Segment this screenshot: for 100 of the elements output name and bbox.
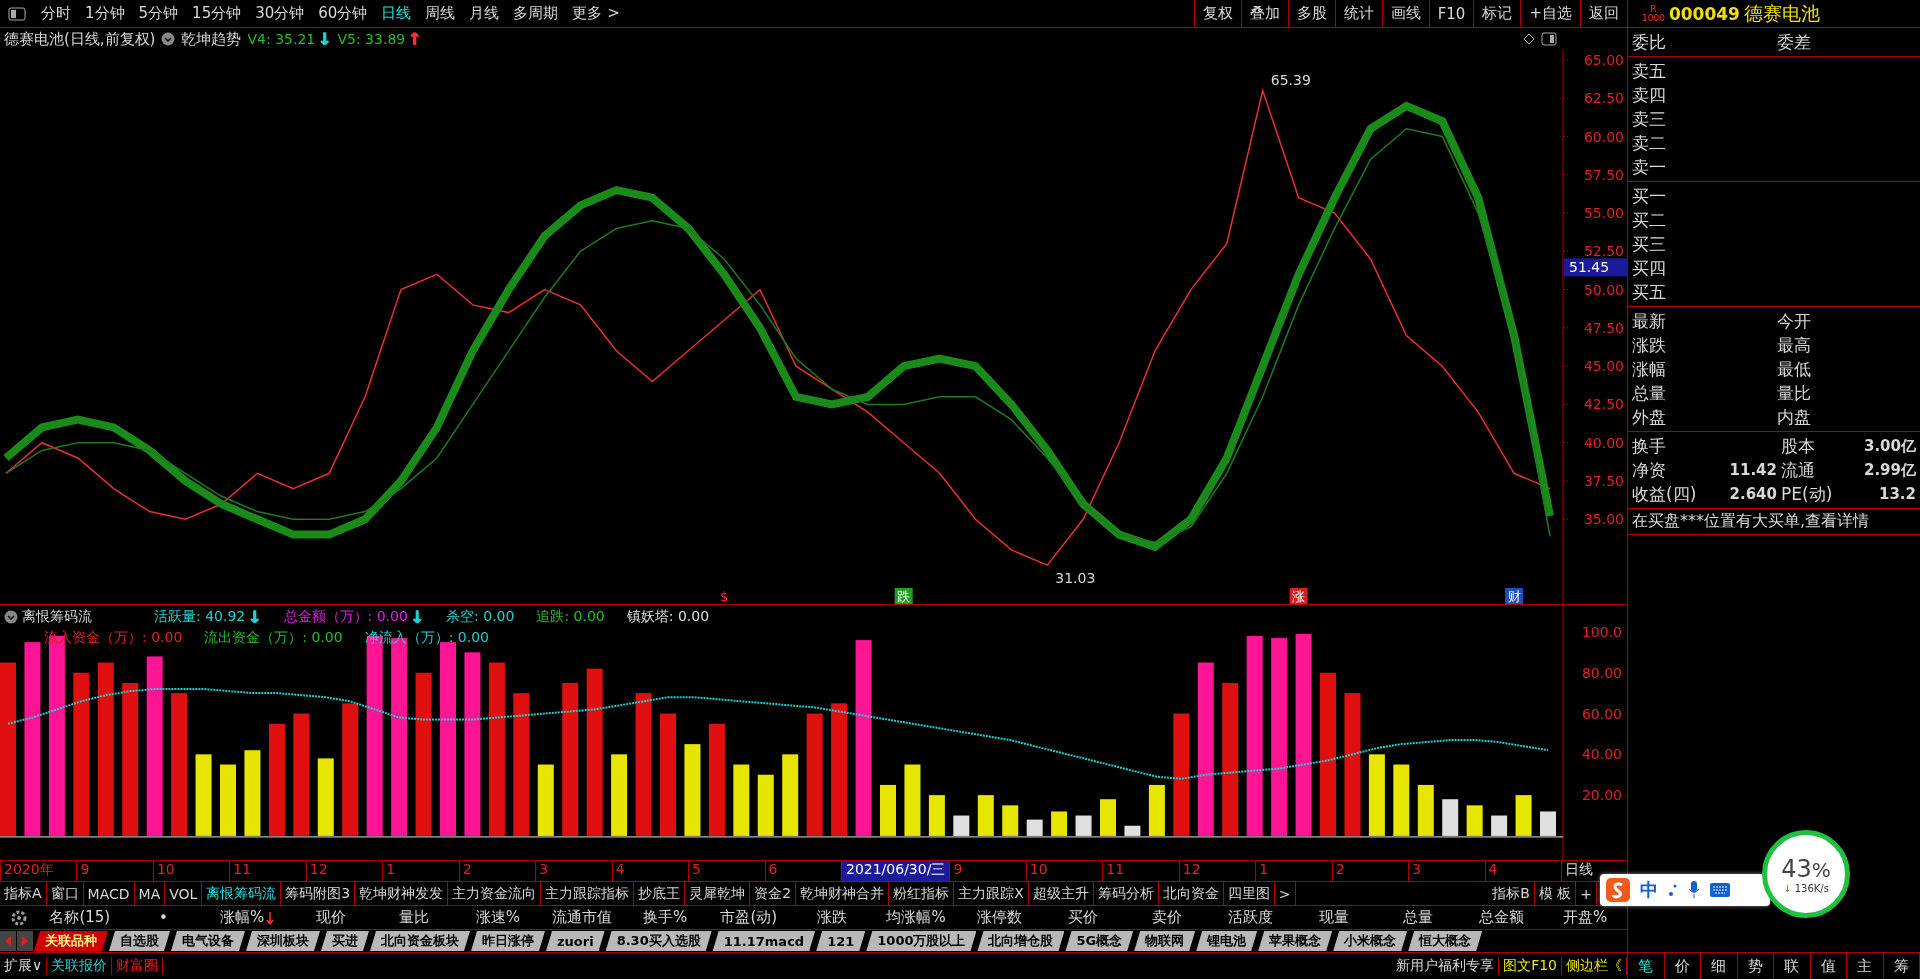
indicator-tab[interactable]: + (1576, 882, 1597, 905)
indicator-tab[interactable]: 离恨筹码流 (202, 882, 282, 905)
column-header[interactable]: 涨跌 (790, 908, 875, 927)
column-header[interactable]: • (121, 908, 206, 927)
indicator-tab[interactable]: > (1274, 882, 1296, 905)
category-tab[interactable]: 小米概念 (1333, 931, 1408, 951)
indicator-tab[interactable]: 乾坤财神合并 (796, 882, 890, 905)
column-header[interactable]: 涨幅% (205, 908, 289, 927)
punctuation-icon[interactable] (1668, 883, 1678, 897)
category-tab[interactable]: 买进 (321, 931, 369, 951)
panel-tab[interactable]: 势 (1737, 953, 1774, 979)
ime-mode-label[interactable]: 中 (1640, 878, 1658, 902)
indicator-tab[interactable]: 灵犀乾坤 (685, 882, 751, 905)
column-header[interactable]: 流通市值 (539, 908, 624, 927)
toolbar-button[interactable]: +自选 (1520, 0, 1580, 28)
keyboard-icon[interactable] (1710, 883, 1730, 897)
status-link[interactable]: 关联报价 (47, 957, 113, 975)
category-tab[interactable]: 北向资金板块 (370, 931, 470, 951)
category-tab[interactable]: 电气设备 (171, 931, 245, 951)
toolbar-button[interactable]: 多股 (1287, 0, 1335, 28)
indicator-tab[interactable]: 乾坤财神发发 (355, 882, 449, 905)
period-tab[interactable]: 1分钟 (78, 1, 132, 26)
period-tab[interactable]: 更多 > (565, 1, 627, 26)
indicator-tab[interactable]: 主力跟踪X (954, 882, 1029, 905)
panel-tab[interactable]: 值 (1810, 953, 1847, 979)
indicator-tab[interactable]: MA (134, 882, 166, 905)
category-tab[interactable]: 物联网 (1134, 931, 1196, 951)
category-tab[interactable]: 锂电池 (1196, 931, 1258, 951)
category-tab[interactable]: 关联品种 (34, 931, 108, 951)
indicator-tab[interactable]: 主力资金流向 (448, 882, 542, 905)
toolbar-button[interactable]: 统计 (1334, 0, 1382, 28)
indicator-tab[interactable]: MACD (83, 882, 135, 905)
toolbar-button[interactable]: 叠加 (1240, 0, 1288, 28)
period-tab[interactable]: 分时 (34, 1, 78, 26)
indicator-tab[interactable]: 模 板 (1534, 882, 1577, 905)
panel-icon[interactable] (1541, 32, 1557, 46)
indicator-tab[interactable]: 指标A (0, 882, 47, 905)
column-header[interactable]: 换手% (623, 908, 707, 927)
indicator-tab[interactable]: 超级主升 (1028, 882, 1094, 905)
category-tab[interactable]: 深圳板块 (246, 931, 320, 951)
category-tab[interactable]: 苹果概念 (1258, 931, 1333, 951)
category-tab[interactable]: 121 (816, 931, 866, 951)
indicator-tab[interactable]: 筹码附图3 (281, 882, 356, 905)
status-link[interactable]: 扩展∨ (0, 957, 48, 975)
category-tab[interactable]: 自选股 (109, 931, 170, 951)
column-header[interactable]: 活跃度 (1208, 908, 1293, 927)
column-header[interactable]: 涨停数 (957, 908, 1042, 927)
category-tab[interactable]: 北向增仓股 (977, 931, 1065, 951)
column-header[interactable]: 涨速% (456, 908, 540, 927)
toolbar-button[interactable]: F10 (1428, 0, 1474, 28)
panel-tab[interactable]: 价 (1664, 953, 1701, 979)
indicator-tab[interactable]: VOL (165, 882, 203, 905)
panel-tab[interactable]: 细 (1701, 953, 1738, 979)
indicator-tab[interactable]: 四里图 (1223, 882, 1275, 905)
status-link[interactable]: 新用户福利专享 (1392, 957, 1500, 975)
category-tab[interactable]: 昨日涨停 (471, 931, 545, 951)
period-tab[interactable]: 月线 (462, 1, 507, 26)
column-header[interactable]: 现量 (1292, 908, 1376, 927)
status-link[interactable]: 图文F10 (1499, 957, 1562, 975)
period-tab[interactable]: 多周期 (506, 1, 566, 26)
indicator-tab[interactable]: 粉红指标 (889, 882, 955, 905)
panel-tab[interactable]: 联 (1774, 953, 1811, 979)
indicator-tab[interactable]: 抄底王 (634, 882, 686, 905)
window-icon[interactable] (8, 6, 26, 21)
period-tab[interactable]: 15分钟 (185, 1, 249, 26)
chevron-down-icon[interactable] (4, 610, 18, 624)
microphone-icon[interactable] (1688, 881, 1700, 899)
category-tab[interactable]: 5G概念 (1065, 931, 1134, 951)
toolbar-button[interactable]: 复权 (1193, 0, 1241, 28)
column-header[interactable]: 名称(15) (38, 908, 122, 927)
column-header[interactable]: 卖价 (1125, 908, 1209, 927)
ime-toolbar[interactable]: 中 (1600, 874, 1770, 906)
column-header[interactable]: 总量 (1376, 908, 1460, 927)
diamond-icon[interactable] (1523, 33, 1535, 45)
indicator-tab[interactable]: 北向资金 (1158, 882, 1224, 905)
panel-tab[interactable]: 主 (1847, 953, 1884, 979)
column-header[interactable]: 市盈(动) (707, 908, 791, 927)
ime-logo-icon[interactable] (1606, 878, 1630, 902)
category-tab[interactable]: 恒大概念 (1408, 931, 1483, 951)
column-header[interactable]: 现价 (288, 908, 373, 927)
category-tab[interactable]: 1000万股以上 (866, 931, 977, 951)
indicator-tab[interactable]: 筹码分析 (1093, 882, 1159, 905)
column-header[interactable]: 总金额 (1459, 908, 1544, 927)
indicator-tab[interactable]: 主力跟踪指标 (541, 882, 635, 905)
category-tab[interactable]: 8.30买入选股 (605, 931, 712, 951)
category-tab[interactable]: zuori (546, 931, 605, 951)
period-tab[interactable]: 60分钟 (311, 1, 375, 26)
toolbar-button[interactable]: 标记 (1473, 0, 1521, 28)
indicator-tab[interactable]: 资金2 (750, 882, 797, 905)
panel-tab[interactable]: 筹 (1883, 953, 1920, 979)
category-tab[interactable]: 11.17macd (712, 931, 816, 951)
period-tab[interactable]: 周线 (418, 1, 463, 26)
column-header[interactable]: 均涨幅% (874, 908, 958, 927)
column-header[interactable]: 开盘% (1543, 908, 1627, 927)
chevron-down-icon[interactable] (161, 32, 176, 46)
panel-tab[interactable]: 笔 (1628, 953, 1665, 979)
notice-link[interactable]: 在买盘***位置有大买单,查看详情 (1632, 511, 1870, 530)
period-tab[interactable]: 日线 (374, 1, 419, 26)
column-header[interactable]: 量比 (372, 908, 457, 927)
settings-icon[interactable] (10, 908, 28, 927)
